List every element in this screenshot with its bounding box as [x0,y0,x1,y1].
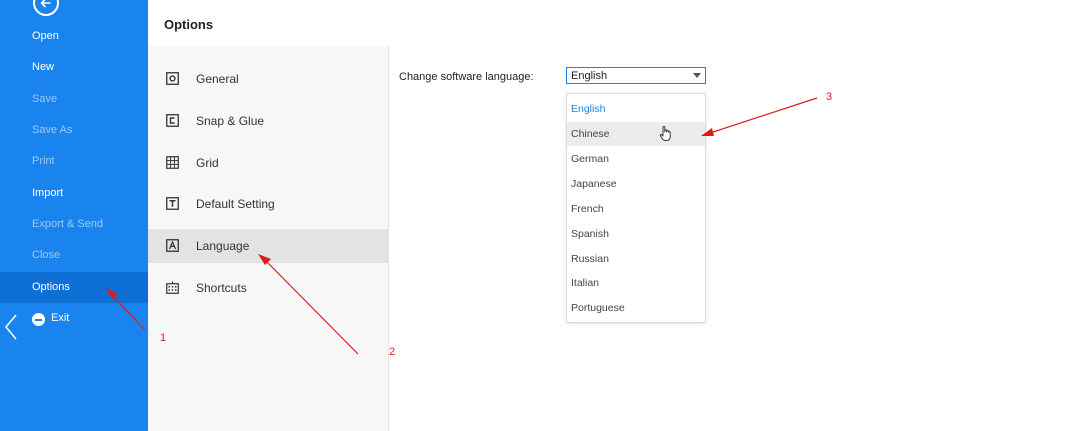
language-select-value: English [571,70,608,82]
category-label: General [196,72,239,86]
keyboard-icon [166,281,179,294]
annotation-arrow-3 [709,97,818,134]
sidebar-item-open[interactable]: Open [0,21,148,52]
sidebar-item-print[interactable]: Print [0,146,148,177]
sidebar-item-save-as[interactable]: Save As [0,115,148,146]
language-option-japanese[interactable]: Japanese [567,172,705,196]
sidebar-item-label: Save [32,93,58,105]
category-snap-glue[interactable]: Snap & Glue [148,104,388,138]
language-option-spanish[interactable]: Spanish [567,222,705,246]
sidebar-item-new[interactable]: New [0,52,148,83]
option-label: Chinese [571,128,610,140]
chevron-left-icon[interactable] [4,314,18,340]
page-title: Options [164,17,214,32]
minus-circle-icon [32,313,45,326]
category-language[interactable]: Language [148,229,388,263]
option-label: Spanish [571,228,609,240]
sidebar-item-import[interactable]: Import [0,178,148,209]
chevron-down-icon [693,73,701,78]
option-label: French [571,203,604,215]
language-option-italian[interactable]: Italian [567,271,705,295]
sidebar-item-options[interactable]: Options [0,272,148,303]
gear-icon [166,72,179,85]
annotation-number-1: 1 [160,332,167,344]
file-sidebar: Open New Save Save As Print Import Expor… [0,0,148,431]
language-option-chinese[interactable]: Chinese [567,122,705,146]
annotation-number-3: 3 [826,91,833,103]
language-option-french[interactable]: French [567,197,705,221]
option-label: Japanese [571,178,617,190]
option-label: Russian [571,253,609,265]
annotation-number-2: 2 [389,346,396,358]
sidebar-item-label: Export & Send [32,218,103,230]
hand-cursor-icon [659,126,671,142]
text-t-icon [166,197,179,210]
language-option-russian[interactable]: Russian [567,247,705,271]
arrow-left-icon [40,0,51,8]
language-option-english[interactable]: English [567,97,705,121]
back-button[interactable] [33,0,59,16]
options-category-list: General Snap & Glue Grid Default Setting… [148,46,389,431]
sidebar-item-label: New [32,61,55,73]
sidebar-item-label: Print [32,155,55,167]
sidebar-item-export-send[interactable]: Export & Send [0,209,148,240]
language-dropdown-list: English Chinese German Japanese French S… [566,93,706,323]
category-label: Language [196,239,250,253]
sidebar-item-label: Save As [32,124,73,136]
category-label: Snap & Glue [196,114,265,128]
language-select[interactable]: English [566,67,706,84]
option-label: German [571,153,609,165]
language-option-portuguese[interactable]: Portuguese [567,296,705,320]
sidebar-item-label: Exit [51,312,70,324]
sidebar-item-label: Close [32,249,61,261]
grid-icon [166,156,179,169]
category-shortcuts[interactable]: Shortcuts [148,271,388,305]
option-label: Italian [571,277,600,289]
sidebar-item-label: Options [32,281,70,293]
option-label: Portuguese [571,302,625,314]
sidebar-item-label: Open [32,30,59,42]
sidebar-item-exit[interactable]: Exit [0,303,148,334]
category-label: Grid [196,156,219,170]
category-default-setting[interactable]: Default Setting [148,187,388,221]
option-label: English [571,103,606,115]
category-general[interactable]: General [148,62,388,96]
language-icon [166,239,179,252]
language-option-german[interactable]: German [567,147,705,171]
sidebar-item-close[interactable]: Close [0,240,148,271]
sidebar-item-label: Import [32,187,64,199]
category-label: Default Setting [196,197,275,211]
category-label: Shortcuts [196,281,247,295]
language-setting-label: Change software language: [399,71,534,83]
snap-icon [166,114,179,127]
category-grid[interactable]: Grid [148,146,388,180]
sidebar-item-save[interactable]: Save [0,84,148,115]
